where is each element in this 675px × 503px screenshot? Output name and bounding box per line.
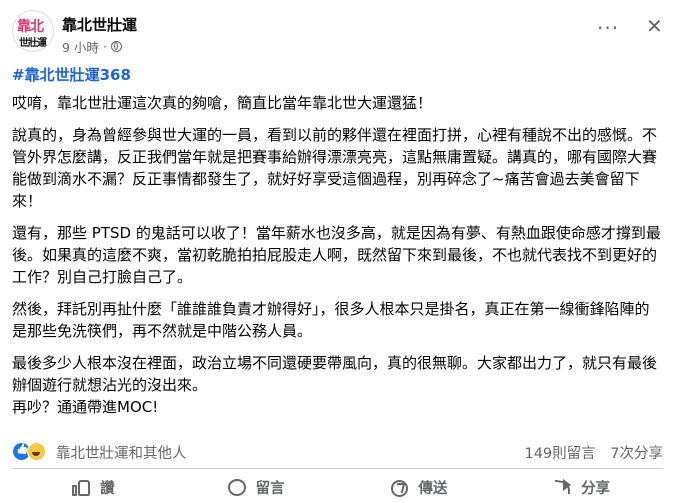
comment-label: 留言 <box>255 481 285 497</box>
share-label: 分享 <box>581 481 611 497</box>
reaction-icons[interactable] <box>12 442 52 462</box>
send-button[interactable]: 傳送 <box>338 472 501 503</box>
hide-post-button[interactable]: ✕ <box>646 14 663 38</box>
messenger-icon <box>390 479 410 497</box>
page-name-link[interactable]: 靠北世壯運 <box>62 14 137 35</box>
avatar[interactable]: 靠北 世壯運 <box>12 10 54 52</box>
share-button[interactable]: 分享 <box>500 472 663 503</box>
hashtag-link[interactable]: #靠北世壯運368 <box>12 64 662 86</box>
reactors-link[interactable]: 靠北世壯運和其他人 <box>56 442 187 463</box>
globe-icon[interactable] <box>110 41 122 52</box>
avatar-text-bottom: 世壯運 <box>19 38 47 49</box>
haha-icon <box>27 442 46 461</box>
like-button[interactable]: 讚 <box>12 472 175 503</box>
comment-bubble-icon <box>227 478 248 497</box>
post-paragraph: 再吵？通通帶進MOC! <box>12 398 159 416</box>
divider <box>12 468 663 469</box>
engagement-counts: 149則留言 7次分享 <box>514 442 663 463</box>
post-meta: 9 小時 · <box>62 37 122 56</box>
avatar-text-top: 靠北 <box>17 19 44 35</box>
send-label: 傳送 <box>418 481 448 497</box>
reactions-bar: 靠北世壯運和其他人 149則留言 7次分享 <box>12 440 663 464</box>
thumbs-up-icon <box>72 479 92 497</box>
post-paragraph: 最後多少人根本沒在裡面，政治立場不同還硬要帶風向，真的很無聊。大家都出力了，就只… <box>12 354 658 394</box>
like-label: 讚 <box>100 481 115 497</box>
comment-count-link[interactable]: 149則留言 <box>524 446 595 462</box>
post-paragraph: 然後，拜託別再扯什麼「誰誰誰負責才辦得好」，很多人根本只是掛名，真正在第一線衝鋒… <box>12 300 650 340</box>
post-time[interactable]: 9 小時 <box>62 37 99 56</box>
more-horizontal-icon: ··· <box>597 16 620 40</box>
share-count-link[interactable]: 7次分享 <box>610 446 663 462</box>
post-paragraph: 說真的，身為曾經參與世大運的一員，看到以前的夥伴還在裡面打拼，心裡有種說不出的感… <box>12 126 658 210</box>
post-body: #靠北世壯運368 哎唷，靠北世壯運這次真的夠嗆，簡直比當年靠北世大運還猛！ 說… <box>12 64 662 418</box>
meta-separator: · <box>102 39 107 54</box>
post-paragraph: 哎唷，靠北世壯運這次真的夠嗆，簡直比當年靠北世大運還猛！ <box>12 94 433 112</box>
share-arrow-icon <box>553 478 573 497</box>
more-options-button[interactable]: ··· <box>597 16 619 40</box>
post-paragraph: 還有，那些 PTSD 的鬼話可以收了！當年薪水也沒多高，就是因為有夢、有熱血跟使… <box>12 224 661 286</box>
post-header: 靠北 世壯運 靠北世壯運 9 小時 · ··· ✕ <box>12 10 663 56</box>
facebook-post: 靠北 世壯運 靠北世壯運 9 小時 · ··· ✕ #靠北世壯運368 哎唷，靠… <box>0 0 675 503</box>
comment-button[interactable]: 留言 <box>175 472 338 503</box>
close-icon: ✕ <box>646 14 663 38</box>
action-bar: 讚 留言 傳送 分享 <box>12 472 663 503</box>
